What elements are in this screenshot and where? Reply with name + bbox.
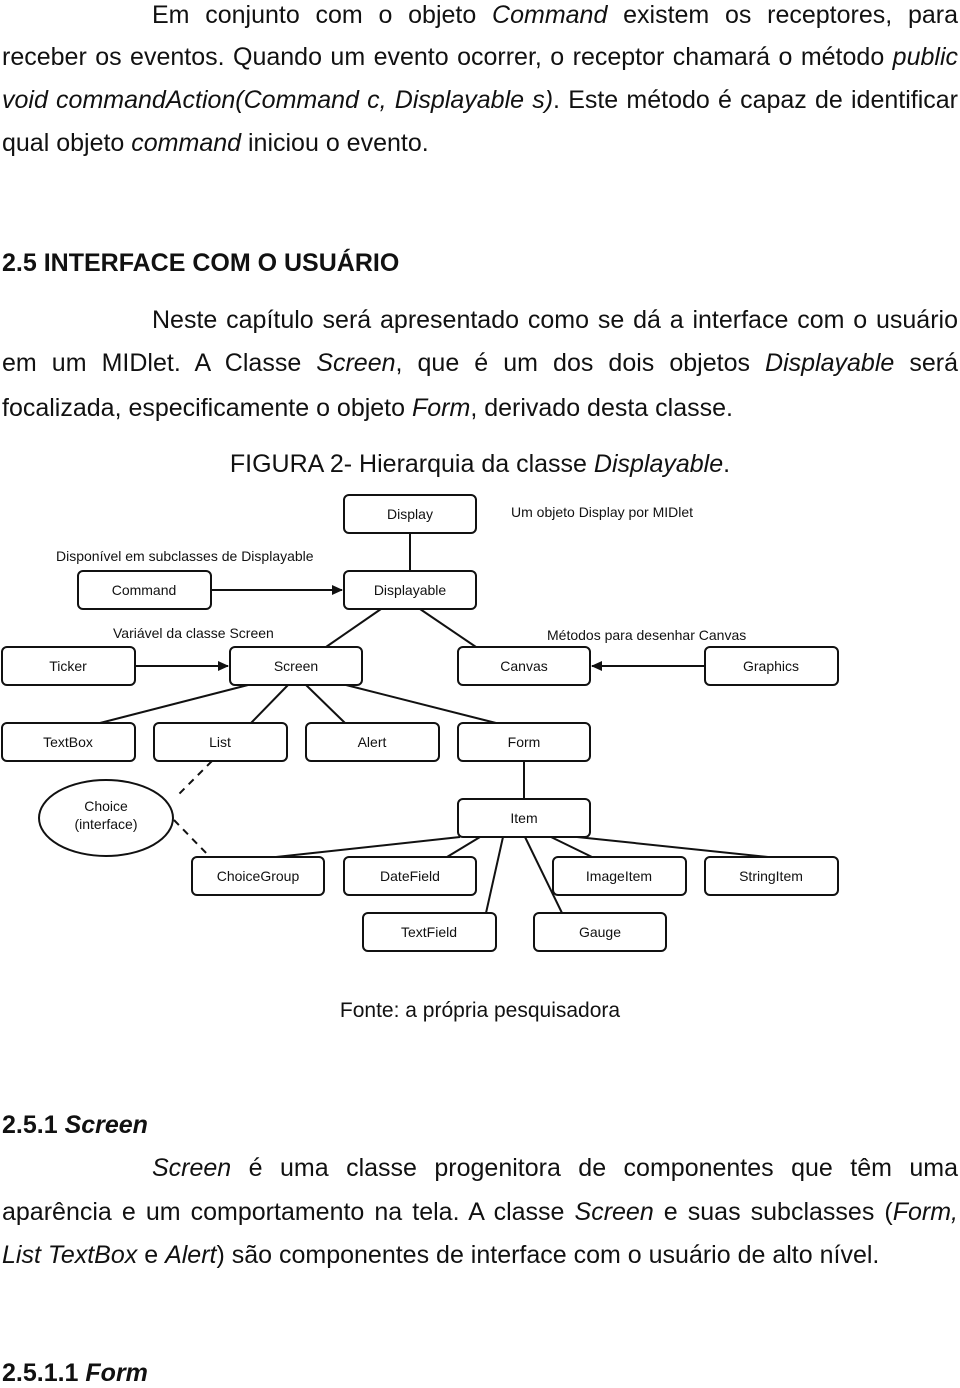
annotation-display: Um objeto Display por MIDlet bbox=[511, 504, 693, 520]
edge-item-choicegroup bbox=[275, 836, 461, 858]
svg-text:Form: Form bbox=[508, 734, 541, 750]
svg-text:Display: Display bbox=[387, 506, 433, 522]
class-hierarchy-diagram: Um objeto Display por MIDlet Disponível … bbox=[1, 494, 839, 952]
svg-text:Choice: Choice bbox=[84, 798, 128, 814]
svg-text:Gauge: Gauge bbox=[579, 924, 621, 940]
svg-text:ImageItem: ImageItem bbox=[586, 868, 652, 884]
node-ticker: Ticker bbox=[1, 646, 136, 686]
node-canvas: Canvas bbox=[457, 646, 591, 686]
node-textfield: TextField bbox=[362, 912, 497, 952]
edge-screen-form bbox=[345, 684, 497, 724]
svg-text:Displayable: Displayable bbox=[374, 582, 447, 598]
node-gauge: Gauge bbox=[533, 912, 667, 952]
figure-source: Fonte: a própria pesquisadora bbox=[339, 999, 621, 1022]
edge-displayable-screen bbox=[325, 608, 382, 648]
node-choice-interface: Choice (interface) bbox=[38, 779, 174, 857]
section-heading: 2.5.1.1 Form bbox=[2, 1359, 148, 1387]
svg-text:(interface): (interface) bbox=[74, 816, 137, 832]
edge-screen-textbox bbox=[99, 684, 249, 724]
annotation-ticker: Variável da classe Screen bbox=[113, 625, 274, 641]
edge-item-imageitem bbox=[550, 836, 593, 858]
node-item: Item bbox=[457, 798, 591, 838]
annotation-graphics: Métodos para desenhar Canvas bbox=[547, 627, 746, 643]
edge-screen-alert bbox=[305, 684, 346, 724]
svg-text:Graphics: Graphics bbox=[743, 658, 799, 674]
edge-screen-list bbox=[250, 684, 289, 724]
node-choicegroup: ChoiceGroup bbox=[191, 856, 325, 896]
node-graphics: Graphics bbox=[704, 646, 839, 686]
node-form: Form bbox=[457, 722, 591, 762]
edge-item-stringitem bbox=[576, 836, 769, 858]
node-imageitem: ImageItem bbox=[552, 856, 687, 896]
node-displayable: Displayable bbox=[343, 570, 477, 610]
dashed-edge-list-choice bbox=[175, 760, 213, 798]
svg-text:Item: Item bbox=[510, 810, 537, 826]
node-textbox: TextBox bbox=[1, 722, 136, 762]
paragraph-line: Screen é uma classe progenitora de compo… bbox=[152, 1154, 958, 1182]
svg-text:Canvas: Canvas bbox=[500, 658, 547, 674]
svg-text:TextBox: TextBox bbox=[43, 734, 93, 750]
edge-item-datefield bbox=[446, 836, 481, 858]
node-command: Command bbox=[77, 570, 212, 610]
svg-text:Screen: Screen bbox=[274, 658, 318, 674]
paragraph-line: aparência e um comportamento na tela. A … bbox=[2, 1198, 958, 1226]
dashed-edge-choice-choicegroup bbox=[173, 819, 211, 858]
svg-text:StringItem: StringItem bbox=[739, 868, 803, 884]
node-screen: Screen bbox=[229, 646, 363, 686]
node-stringitem: StringItem bbox=[704, 856, 839, 896]
svg-text:TextField: TextField bbox=[401, 924, 457, 940]
annotation-command: Disponível em subclasses de Displayable bbox=[56, 548, 314, 564]
svg-text:Ticker: Ticker bbox=[49, 658, 87, 674]
edge-displayable-canvas bbox=[419, 608, 477, 648]
section-heading: 2.5.1 Screen bbox=[2, 1111, 148, 1139]
svg-text:DateField: DateField bbox=[380, 868, 440, 884]
svg-text:Command: Command bbox=[112, 582, 177, 598]
node-display: Display bbox=[343, 494, 477, 534]
svg-text:Alert: Alert bbox=[358, 734, 387, 750]
node-list: List bbox=[153, 722, 288, 762]
node-datefield: DateField bbox=[343, 856, 477, 896]
edge-item-textfield bbox=[485, 836, 504, 914]
node-alert: Alert bbox=[305, 722, 440, 762]
svg-text:List: List bbox=[209, 734, 231, 750]
paragraph-line: List TextBox e Alert) são componentes de… bbox=[2, 1241, 880, 1269]
svg-text:ChoiceGroup: ChoiceGroup bbox=[217, 868, 300, 884]
